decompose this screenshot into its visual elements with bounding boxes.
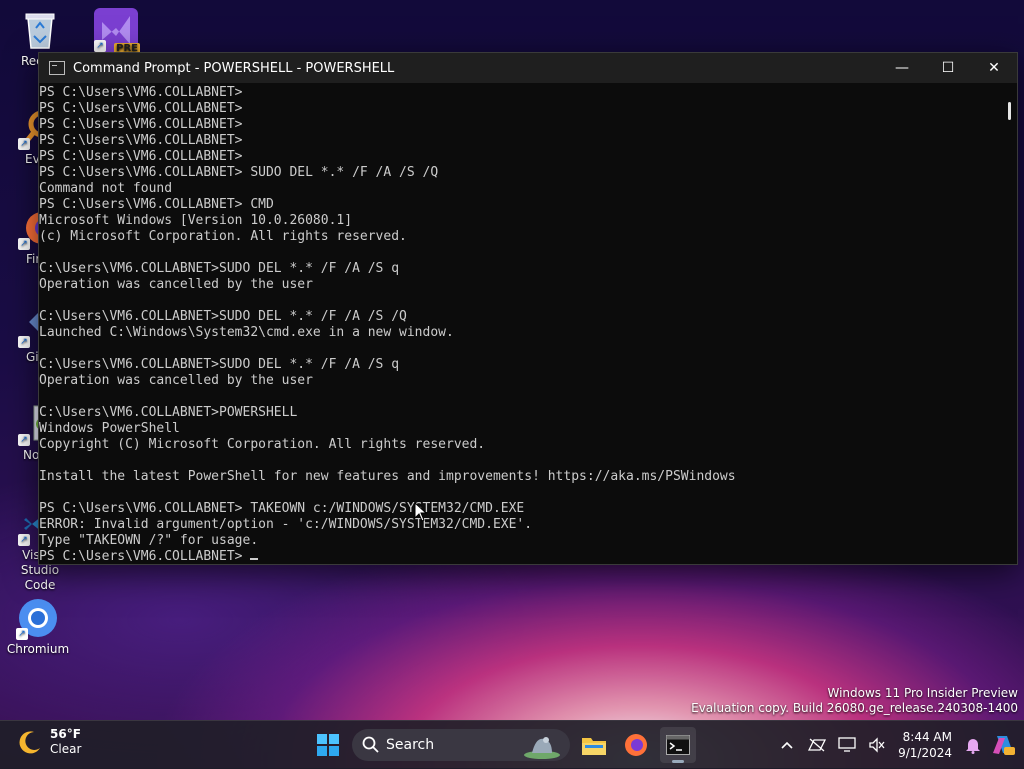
desktop-icon-visual-studio-pre[interactable]: PRE ↗ bbox=[80, 8, 152, 54]
console-line: PS C:\Users\VM6.COLLABNET> bbox=[39, 149, 243, 164]
evaluation-watermark: Windows 11 Pro Insider Preview Evaluatio… bbox=[691, 686, 1018, 716]
visual-studio-icon: PRE ↗ bbox=[94, 8, 140, 54]
search-label: Search bbox=[386, 737, 435, 753]
shortcut-arrow-icon: ↗ bbox=[94, 40, 106, 52]
console-line: Install the latest PowerShell for new fe… bbox=[39, 469, 736, 484]
close-icon: ✕ bbox=[988, 60, 1000, 76]
clock-date: 9/1/2024 bbox=[898, 746, 952, 760]
weather-temperature: 56°F bbox=[50, 727, 81, 741]
desktop-icon-chromium[interactable]: ↗ Chromium bbox=[2, 596, 74, 656]
console-line: PS C:\Users\VM6.COLLABNET> bbox=[39, 133, 243, 148]
maximize-icon: ☐ bbox=[941, 60, 955, 76]
console-line: Type "TAKEOWN /?" for usage. bbox=[39, 533, 259, 548]
shortcut-arrow-icon: ↗ bbox=[18, 138, 30, 150]
console-line: Command not found bbox=[39, 181, 173, 196]
shortcut-arrow-icon: ↗ bbox=[18, 336, 30, 348]
console-line: Microsoft Windows [Version 10.0.26080.1] bbox=[39, 213, 353, 228]
folder-icon bbox=[582, 738, 606, 755]
desktop-icon-label: Chromium bbox=[6, 642, 70, 656]
start-button[interactable] bbox=[310, 727, 346, 763]
console-line: PS C:\Users\VM6.COLLABNET> SUDO DEL *.* … bbox=[39, 165, 439, 180]
taskbar: 56°F Clear Search 8:44 AM 9/1/2024 bbox=[0, 720, 1024, 769]
console-line: PS C:\Users\VM6.COLLABNET> CMD bbox=[39, 197, 274, 212]
firefox-icon bbox=[625, 734, 647, 756]
console-line: C:\Users\VM6.COLLABNET>SUDO DEL *.* /F /… bbox=[39, 309, 407, 324]
network-status-button[interactable] bbox=[802, 730, 832, 760]
console-line: Operation was cancelled by the user bbox=[39, 373, 313, 388]
taskbar-search-box[interactable]: Search bbox=[352, 729, 570, 761]
console-line: PS C:\Users\VM6.COLLABNET> bbox=[39, 85, 243, 100]
notifications-button[interactable] bbox=[958, 730, 988, 760]
weather-condition: Clear bbox=[50, 742, 82, 756]
show-hidden-icons-button[interactable] bbox=[772, 730, 802, 760]
console-line: PS C:\Users\VM6.COLLABNET> bbox=[39, 101, 243, 116]
window-controls: — ☐ ✕ bbox=[879, 53, 1017, 83]
shortcut-arrow-icon: ↗ bbox=[18, 534, 30, 546]
console-line: C:\Users\VM6.COLLABNET>POWERSHELL bbox=[39, 405, 298, 420]
shortcut-arrow-icon: ↗ bbox=[16, 628, 28, 640]
display-button[interactable] bbox=[832, 730, 862, 760]
volume-button[interactable] bbox=[862, 730, 892, 760]
network-disconnected-icon bbox=[808, 738, 827, 752]
search-icon bbox=[362, 736, 379, 753]
window-title: Command Prompt - POWERSHELL - POWERSHELL bbox=[73, 60, 395, 76]
minimize-button[interactable]: — bbox=[879, 53, 925, 83]
watermark-build: Evaluation copy. Build 26080.ge_release.… bbox=[691, 701, 1018, 715]
close-button[interactable]: ✕ bbox=[971, 53, 1017, 83]
console-line: Operation was cancelled by the user bbox=[39, 277, 313, 292]
taskbar-firefox[interactable] bbox=[618, 727, 654, 763]
console-output[interactable]: PS C:\Users\VM6.COLLABNET> PS C:\Users\VM… bbox=[39, 84, 1001, 564]
bell-icon bbox=[966, 739, 980, 754]
console-line: PS C:\Users\VM6.COLLABNET> TAKEOWN c:/WI… bbox=[39, 501, 525, 516]
console-line: Windows PowerShell bbox=[39, 421, 180, 436]
scrollbar-thumb[interactable] bbox=[1008, 102, 1011, 120]
maximize-button[interactable]: ☐ bbox=[925, 53, 971, 83]
weather-widget[interactable]: 56°F Clear bbox=[16, 727, 81, 757]
taskbar-center: Search bbox=[310, 727, 696, 763]
console-line: (c) Microsoft Corporation. All rights re… bbox=[39, 229, 407, 244]
recycle-bin-icon bbox=[18, 8, 62, 52]
console-scrollbar[interactable] bbox=[1001, 84, 1017, 564]
console-line: Copyright (C) Microsoft Corporation. All… bbox=[39, 437, 486, 452]
console-line: C:\Users\VM6.COLLABNET>SUDO DEL *.* /F /… bbox=[39, 357, 400, 372]
taskbar-clock[interactable]: 8:44 AM 9/1/2024 bbox=[892, 729, 958, 761]
watermark-edition: Windows 11 Pro Insider Preview bbox=[827, 686, 1018, 700]
console-line: C:\Users\VM6.COLLABNET>SUDO DEL *.* /F /… bbox=[39, 261, 400, 276]
mouse-pointer-icon bbox=[414, 501, 428, 526]
taskbar-terminal[interactable] bbox=[660, 727, 696, 763]
shortcut-arrow-icon: ↗ bbox=[18, 434, 30, 446]
minimize-icon: — bbox=[895, 60, 909, 76]
command-prompt-window[interactable]: Command Prompt - POWERSHELL - POWERSHELL… bbox=[38, 52, 1018, 565]
text-cursor bbox=[250, 558, 259, 560]
console-app-icon bbox=[49, 61, 65, 75]
copilot-icon bbox=[993, 736, 1015, 755]
terminal-icon bbox=[666, 735, 690, 755]
window-titlebar[interactable]: Command Prompt - POWERSHELL - POWERSHELL… bbox=[39, 53, 1017, 83]
search-highlight-icon bbox=[524, 737, 560, 759]
speaker-muted-icon bbox=[869, 737, 885, 753]
chromium-icon: ↗ bbox=[16, 596, 60, 640]
console-line: ERROR: Invalid argument/option - 'c:/WIN… bbox=[39, 517, 533, 532]
system-tray: 8:44 AM 9/1/2024 bbox=[772, 721, 1024, 769]
shortcut-arrow-icon: ↗ bbox=[18, 238, 30, 250]
chevron-up-icon bbox=[781, 741, 793, 749]
clock-time: 8:44 AM bbox=[902, 730, 952, 744]
console-line: PS C:\Users\VM6.COLLABNET> bbox=[39, 117, 243, 132]
monitor-icon bbox=[838, 737, 856, 752]
taskbar-file-explorer[interactable] bbox=[576, 727, 612, 763]
windows-logo-icon bbox=[317, 734, 339, 756]
console-line: Launched C:\Windows\System32\cmd.exe in … bbox=[39, 325, 454, 340]
moon-icon bbox=[19, 731, 40, 754]
copilot-button[interactable] bbox=[988, 730, 1018, 760]
console-line: PS C:\Users\VM6.COLLABNET> bbox=[39, 549, 1001, 564]
